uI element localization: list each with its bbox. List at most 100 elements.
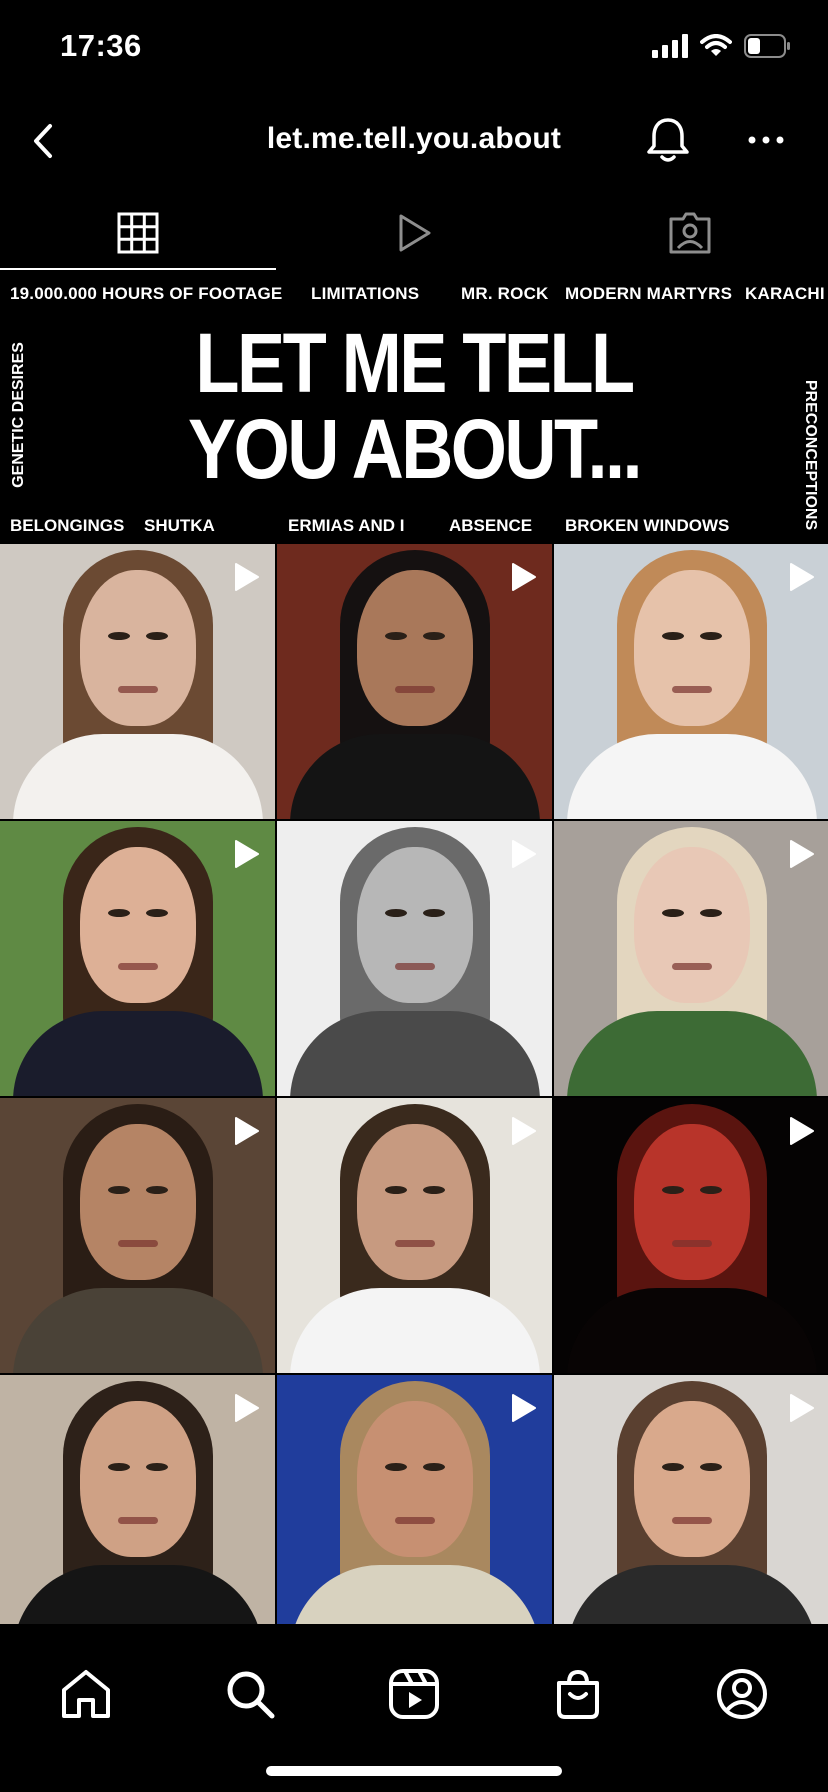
portrait-eye [384, 632, 407, 640]
play-outline-icon [399, 214, 431, 252]
shop-icon[interactable] [550, 1666, 606, 1722]
portrait-shoulders [567, 1288, 817, 1373]
post-grid [0, 544, 828, 1630]
grid-icon [117, 212, 159, 254]
highlight-label[interactable]: KARACHI [745, 284, 825, 304]
post-thumbnail[interactable] [0, 544, 275, 819]
highlight-label[interactable]: LIMITATIONS [311, 284, 419, 304]
highlight-label[interactable]: MODERN MARTYRS [565, 284, 732, 304]
portrait-eye [662, 632, 684, 640]
post-thumbnail[interactable] [277, 821, 552, 1096]
banner-title: LET ME TELL YOU ABOUT... [58, 320, 770, 492]
post-thumbnail[interactable] [0, 821, 275, 1096]
notification-bell-icon[interactable] [644, 114, 692, 166]
portrait-face [634, 847, 750, 1003]
portrait-eye [145, 1463, 168, 1471]
post-thumbnail[interactable] [0, 1098, 275, 1373]
portrait-face [79, 1124, 196, 1280]
highlight-label[interactable]: BELONGINGS [10, 516, 124, 536]
video-play-icon [512, 1394, 536, 1422]
portrait-face [356, 1401, 473, 1557]
portrait-eye [700, 632, 722, 640]
tab-tagged[interactable] [552, 196, 828, 270]
video-play-icon [235, 1117, 259, 1145]
profile-tabs [0, 196, 828, 272]
portrait-face [634, 1124, 750, 1280]
status-icons [652, 34, 792, 58]
portrait-mouth [672, 1240, 712, 1247]
active-tab-indicator [0, 268, 276, 270]
video-play-icon [790, 1394, 814, 1422]
profile-header: let.me.tell.you.about [0, 96, 828, 186]
portrait-eye [107, 1186, 130, 1194]
portrait-face [634, 570, 750, 726]
post-thumbnail[interactable] [554, 1098, 828, 1373]
portrait-eye [700, 1186, 722, 1194]
portrait-face [634, 1401, 750, 1557]
wifi-icon [700, 34, 732, 56]
portrait-eye [107, 909, 130, 917]
portrait-eye [422, 909, 445, 917]
portrait-mouth [394, 1240, 435, 1247]
portrait-eye [145, 632, 168, 640]
video-play-icon [512, 563, 536, 591]
post-thumbnail[interactable] [0, 1375, 275, 1630]
post-thumbnail[interactable] [554, 544, 828, 819]
portrait-shoulders [567, 1565, 817, 1630]
portrait-mouth [117, 1240, 158, 1247]
portrait-eye [422, 1463, 445, 1471]
tab-grid[interactable] [0, 196, 276, 270]
highlight-label[interactable]: BROKEN WINDOWS [565, 516, 729, 536]
cellular-signal-icon [652, 34, 688, 58]
highlight-label[interactable]: SHUTKA [144, 516, 215, 536]
portrait-eye [107, 1463, 130, 1471]
banner-line-2: YOU ABOUT... [187, 402, 643, 496]
post-thumbnail[interactable] [277, 1375, 552, 1630]
portrait-eye [384, 909, 407, 917]
post-thumbnail[interactable] [554, 821, 828, 1096]
portrait-shoulders [289, 1565, 540, 1630]
portrait-shoulders [289, 1288, 540, 1373]
home-icon[interactable] [58, 1666, 114, 1722]
tab-reels[interactable] [276, 196, 552, 270]
portrait-eye [145, 909, 168, 917]
post-thumbnail[interactable] [554, 1375, 828, 1630]
profile-icon[interactable] [714, 1666, 770, 1722]
portrait-mouth [117, 686, 158, 693]
video-play-icon [512, 1117, 536, 1145]
title-banner: LET ME TELL YOU ABOUT... [0, 316, 828, 504]
tagged-person-icon [669, 212, 711, 254]
portrait-shoulders [12, 1011, 263, 1096]
profile-username: let.me.tell.you.about [266, 122, 562, 155]
portrait-eye [662, 909, 684, 917]
reels-icon[interactable] [386, 1666, 442, 1722]
highlight-label: GENETIC DESIRES [10, 342, 27, 488]
highlight-label[interactable]: ABSENCE [449, 516, 532, 536]
highlight-label[interactable]: 19.000.000 HOURS OF FOOTAGE [10, 284, 282, 304]
post-thumbnail[interactable] [277, 544, 552, 819]
home-indicator[interactable] [266, 1766, 562, 1776]
battery-icon [744, 34, 790, 58]
video-play-icon [790, 563, 814, 591]
portrait-mouth [394, 963, 435, 970]
portrait-mouth [117, 1517, 158, 1524]
portrait-mouth [672, 963, 712, 970]
highlight-label[interactable]: MR. ROCK [461, 284, 549, 304]
highlight-label[interactable]: ERMIAS AND I [288, 516, 405, 536]
banner-line-1: LET ME TELL [195, 316, 635, 410]
search-icon[interactable] [222, 1666, 278, 1722]
side-highlight-left[interactable]: GENETIC DESIRES [5, 340, 33, 490]
portrait-mouth [672, 1517, 712, 1524]
portrait-eye [145, 1186, 168, 1194]
portrait-mouth [394, 686, 435, 693]
portrait-shoulders [567, 1011, 817, 1096]
more-options-icon[interactable] [744, 118, 788, 162]
video-play-icon [235, 840, 259, 868]
portrait-shoulders [289, 734, 540, 819]
portrait-eye [422, 1186, 445, 1194]
portrait-shoulders [12, 734, 263, 819]
post-thumbnail[interactable] [277, 1098, 552, 1373]
portrait-eye [700, 909, 722, 917]
video-play-icon [235, 563, 259, 591]
portrait-face [79, 1401, 196, 1557]
